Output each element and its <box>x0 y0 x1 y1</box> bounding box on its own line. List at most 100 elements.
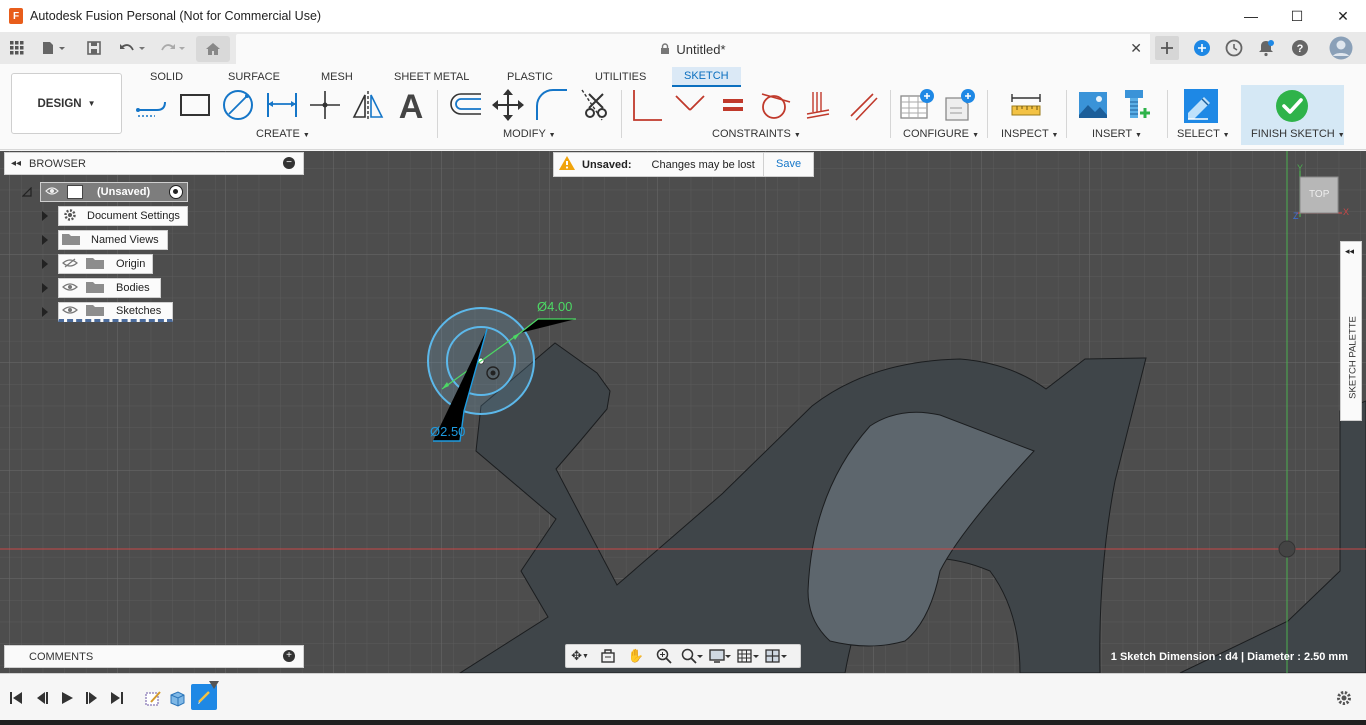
pan-hand-icon[interactable]: ✋ <box>622 645 650 667</box>
browser-item-origin[interactable]: Origin <box>58 254 153 274</box>
step-forward-icon[interactable] <box>82 688 102 708</box>
eye-visibility-icon[interactable] <box>62 305 78 318</box>
maximize-button[interactable]: ☐ <box>1274 0 1320 32</box>
expand-triangle-icon[interactable] <box>38 257 52 271</box>
user-avatar-icon[interactable] <box>1328 36 1354 60</box>
select-group-label[interactable]: SELECT ▼ <box>1177 128 1230 140</box>
dimension-tool-icon[interactable] <box>264 88 300 122</box>
tab-surface[interactable]: SURFACE <box>228 67 280 87</box>
notifications-bell-icon[interactable] <box>1254 36 1278 60</box>
eye-visibility-icon[interactable] <box>62 282 78 295</box>
browser-root-node[interactable]: (Unsaved) <box>40 182 188 202</box>
equal-constraint-icon[interactable] <box>715 88 751 122</box>
job-status-icon[interactable] <box>1222 36 1246 60</box>
minimize-button[interactable]: — <box>1228 0 1274 32</box>
look-at-icon[interactable] <box>594 645 622 667</box>
canvas-viewport[interactable]: Ø4.00 Ø2.50 ◂◂ BROWSER − (Unsaved) Docum… <box>0 151 1366 673</box>
file-menu-icon[interactable] <box>38 32 70 64</box>
expand-triangle-icon[interactable] <box>38 209 52 223</box>
eye-hidden-icon[interactable] <box>62 258 78 271</box>
tab-sketch[interactable]: SKETCH <box>672 67 741 87</box>
expand-triangle-icon[interactable] <box>38 281 52 295</box>
inspect-group-label[interactable]: INSPECT ▼ <box>1001 128 1058 140</box>
undo-icon[interactable] <box>116 32 150 64</box>
go-to-end-icon[interactable] <box>107 688 127 708</box>
viewports-icon[interactable] <box>762 645 790 667</box>
data-panel-grid-icon[interactable] <box>6 32 28 64</box>
modify-group-label[interactable]: MODIFY ▼ <box>503 128 556 140</box>
browser-item-named-views[interactable]: Named Views <box>58 230 168 250</box>
mirror-tool-icon[interactable] <box>350 88 386 122</box>
constraints-group-label[interactable]: CONSTRAINTS ▼ <box>712 128 801 140</box>
tab-mesh[interactable]: MESH <box>321 67 353 87</box>
finish-sketch-button[interactable]: FINISH SKETCH ▼ <box>1241 85 1345 145</box>
perpendicular-constraint-icon[interactable] <box>844 88 880 122</box>
collinear-constraint-icon[interactable] <box>672 88 708 122</box>
trim-scissors-icon[interactable] <box>578 88 614 122</box>
timeline-settings-gear-icon[interactable] <box>1334 688 1354 708</box>
tab-solid[interactable]: SOLID <box>150 67 183 87</box>
comments-panel-header[interactable]: COMMENTS + <box>4 645 304 668</box>
create-group-label[interactable]: CREATE ▼ <box>256 128 310 140</box>
zoom-window-icon[interactable] <box>650 645 678 667</box>
orbit-icon[interactable]: ✥ ▼ <box>566 645 594 667</box>
tab-utilities[interactable]: UTILITIES <box>595 67 646 87</box>
select-tool-icon[interactable] <box>1181 86 1221 126</box>
viewcube[interactable]: TOP Y X Z <box>1290 163 1350 225</box>
parallel-constraint-icon[interactable] <box>800 88 836 122</box>
fillet-tool-icon[interactable] <box>533 88 569 122</box>
viewcube-face-top[interactable]: TOP <box>1309 189 1329 200</box>
timeline-body-feature-icon[interactable] <box>167 688 187 708</box>
sketch-palette-tab[interactable]: ◂◂ SKETCH PALETTE <box>1340 241 1362 421</box>
document-tab[interactable]: Untitled* ✕ <box>236 34 1150 64</box>
tab-plastic[interactable]: PLASTIC <box>507 67 553 87</box>
tab-sheet-metal[interactable]: SHEET METAL <box>394 67 469 87</box>
fit-zoom-icon[interactable] <box>678 645 706 667</box>
eye-visibility-icon[interactable] <box>45 186 59 199</box>
browser-item-sketches[interactable]: Sketches <box>58 302 173 322</box>
text-tool-icon[interactable]: A <box>393 88 429 122</box>
configure-rule-icon[interactable] <box>942 88 978 122</box>
close-window-button[interactable]: ✕ <box>1320 0 1366 32</box>
configure-group-label[interactable]: CONFIGURE ▼ <box>903 128 979 140</box>
extensions-icon[interactable] <box>1190 36 1214 60</box>
insert-group-label[interactable]: INSERT ▼ <box>1092 128 1142 140</box>
step-back-icon[interactable] <box>32 688 52 708</box>
timeline-sketch-feature-icon[interactable] <box>143 688 163 708</box>
play-icon[interactable] <box>57 688 77 708</box>
point-tool-icon[interactable] <box>307 88 343 122</box>
browser-item-bodies[interactable]: Bodies <box>58 278 161 298</box>
expand-triangle-icon[interactable] <box>38 305 52 319</box>
rectangle-tool-icon[interactable] <box>177 88 213 122</box>
insert-mcmaster-bolt-icon[interactable] <box>1118 88 1154 122</box>
add-comment-icon[interactable]: + <box>283 650 295 662</box>
save-icon[interactable] <box>84 32 104 64</box>
help-icon[interactable]: ? <box>1288 36 1312 60</box>
save-link[interactable]: Save <box>776 158 801 170</box>
line-tool-icon[interactable] <box>134 88 170 122</box>
browser-panel-header[interactable]: ◂◂ BROWSER − <box>4 152 304 175</box>
outer-diameter-label[interactable]: Ø4.00 <box>537 299 572 314</box>
collapse-triangle-icon[interactable] <box>20 185 34 199</box>
expand-left-icon[interactable]: ◂◂ <box>1345 246 1354 257</box>
origin-point[interactable] <box>1278 540 1296 558</box>
insert-image-icon[interactable] <box>1075 88 1111 122</box>
timeline-marker-icon[interactable] <box>209 678 219 689</box>
redo-icon[interactable] <box>156 32 190 64</box>
workspace-switcher[interactable]: DESIGN ▼ <box>11 73 122 134</box>
minimize-panel-icon[interactable]: − <box>283 157 295 169</box>
inner-diameter-label[interactable]: Ø2.50 <box>430 424 465 439</box>
offset-tool-icon[interactable] <box>447 88 483 122</box>
activate-radio-icon[interactable] <box>169 185 183 199</box>
close-tab-icon[interactable]: ✕ <box>1130 40 1142 57</box>
move-tool-icon[interactable] <box>490 88 526 122</box>
browser-item-document-settings[interactable]: Document Settings <box>58 206 188 226</box>
home-icon[interactable] <box>196 36 230 62</box>
configure-table-icon[interactable] <box>899 88 935 122</box>
collapse-left-icon[interactable]: ◂◂ <box>11 158 21 169</box>
measure-ruler-icon[interactable] <box>1008 88 1044 122</box>
display-settings-icon[interactable] <box>706 645 734 667</box>
new-tab-icon[interactable] <box>1155 36 1179 60</box>
tangent-constraint-icon[interactable] <box>757 88 793 122</box>
grid-snaps-icon[interactable] <box>734 645 762 667</box>
